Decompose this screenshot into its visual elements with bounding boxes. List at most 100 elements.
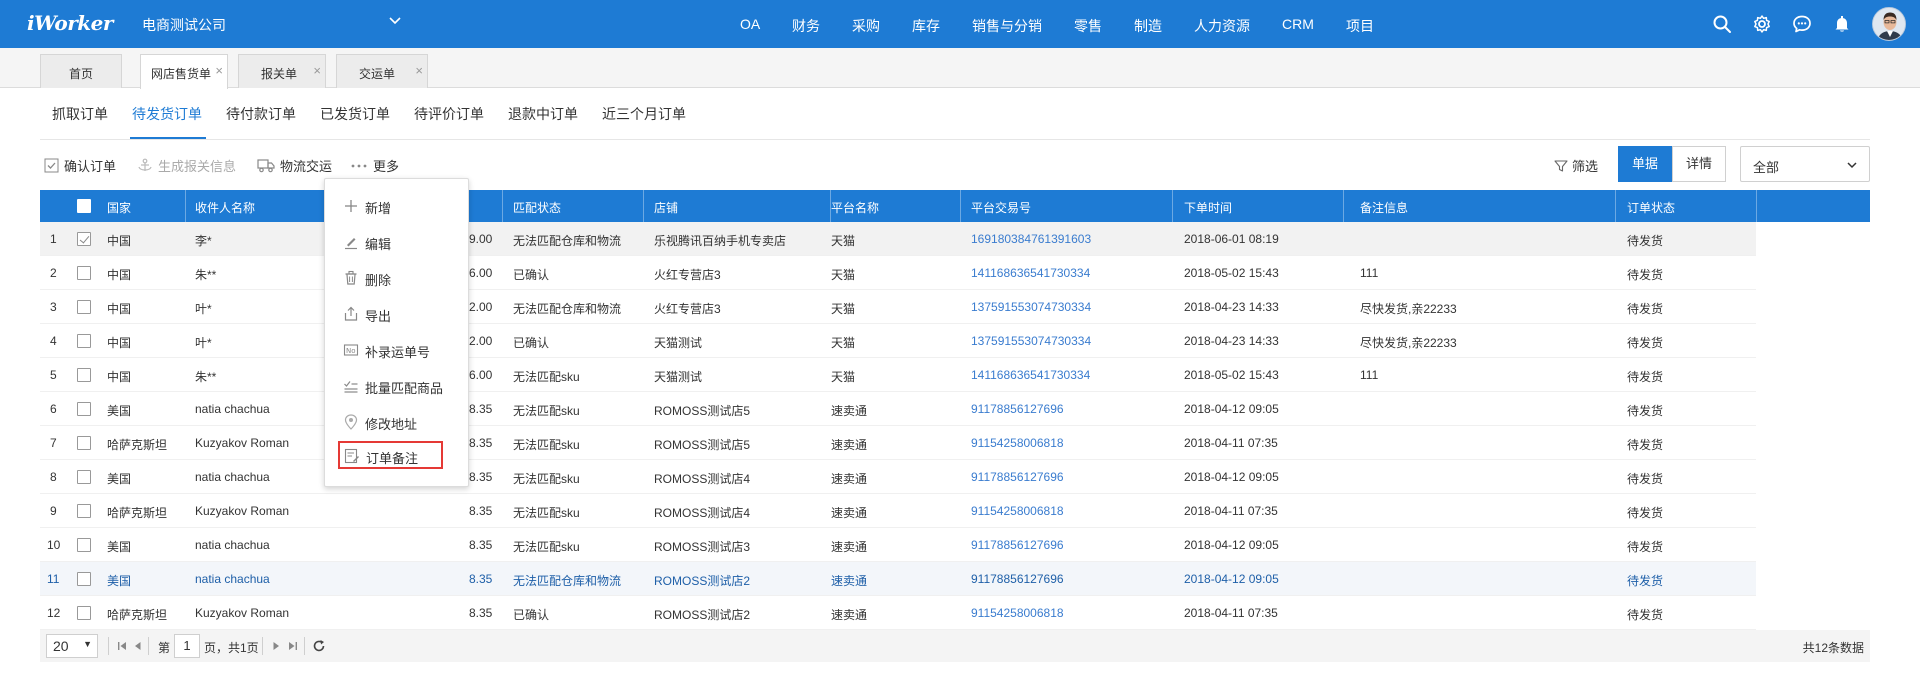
page-size-select[interactable]: 20 ▼ bbox=[46, 634, 98, 658]
table-row[interactable]: 8 美国 natia chachua 8.35 无法匹配sku ROMOSS测试… bbox=[40, 460, 1756, 494]
menu-item-add-tracking-no[interactable]: No 补录运单号 bbox=[325, 335, 468, 363]
column-header-country[interactable]: 国家 bbox=[107, 199, 131, 216]
page-tab-shipment[interactable]: 交运单 × bbox=[336, 54, 428, 88]
menu-item-order-note[interactable]: 订单备注 bbox=[338, 441, 443, 469]
generate-customs-button[interactable]: 生成报关信息 bbox=[137, 156, 236, 175]
nav-item-sales[interactable]: 销售与分销 bbox=[972, 16, 1042, 36]
close-icon[interactable]: × bbox=[313, 64, 321, 78]
row-checkbox[interactable] bbox=[77, 538, 91, 552]
cell-trade-no-link[interactable]: 91154258006818 bbox=[971, 436, 1064, 450]
table-row[interactable]: 3 中国 叶* 2.00 无法匹配仓库和物流 火红专营店3 天猫 1375915… bbox=[40, 290, 1756, 324]
tab-pending-shipment[interactable]: 待发货订单 bbox=[132, 104, 202, 124]
menu-item-edit[interactable]: 编辑 bbox=[325, 227, 468, 255]
next-page-icon[interactable] bbox=[270, 639, 282, 653]
tab-pending-payment[interactable]: 待付款订单 bbox=[226, 104, 296, 124]
search-icon[interactable] bbox=[1712, 14, 1732, 34]
row-checkbox[interactable] bbox=[77, 436, 91, 450]
table-row[interactable]: 11 美国 natia chachua 8.35 无法匹配仓库和物流 ROMOS… bbox=[40, 562, 1756, 596]
page-tab-home[interactable]: 首页 bbox=[40, 54, 122, 88]
table-row[interactable]: 6 美国 natia chachua 8.35 无法匹配sku ROMOSS测试… bbox=[40, 392, 1756, 426]
more-button[interactable]: 更多 bbox=[350, 156, 399, 175]
row-checkbox[interactable] bbox=[77, 232, 91, 246]
row-checkbox[interactable] bbox=[77, 300, 91, 314]
nav-item-hr[interactable]: 人力资源 bbox=[1194, 16, 1250, 36]
nav-item-retail[interactable]: 零售 bbox=[1074, 16, 1102, 36]
refresh-icon[interactable] bbox=[312, 639, 326, 653]
column-header-trade-no[interactable]: 平台交易号 bbox=[971, 199, 1031, 216]
column-header-shop[interactable]: 店铺 bbox=[654, 199, 678, 216]
column-header-receiver[interactable]: 收件人名称 bbox=[195, 199, 255, 216]
row-checkbox[interactable] bbox=[77, 334, 91, 348]
table-row[interactable]: 2 中国 朱** 6.00 已确认 火红专营店3 天猫 141168636541… bbox=[40, 256, 1756, 290]
gear-icon[interactable] bbox=[1752, 14, 1772, 34]
table-row[interactable]: 10 美国 natia chachua 8.35 无法匹配sku ROMOSS测… bbox=[40, 528, 1756, 562]
nav-item-inventory[interactable]: 库存 bbox=[912, 16, 940, 36]
select-all-checkbox[interactable] bbox=[77, 199, 91, 213]
logistics-ship-button[interactable]: 物流交运 bbox=[257, 156, 332, 175]
menu-item-delete[interactable]: 删除 bbox=[325, 263, 468, 291]
filter-button[interactable]: 筛选 bbox=[1554, 156, 1598, 175]
cell-trade-no-link[interactable]: 169180384761391603 bbox=[971, 232, 1091, 246]
table-row[interactable]: 9 哈萨克斯坦 Kuzyakov Roman 8.35 无法匹配sku ROMO… bbox=[40, 494, 1756, 528]
view-detail-toggle[interactable]: 详情 bbox=[1672, 146, 1726, 182]
column-header-platform[interactable]: 平台名称 bbox=[831, 199, 879, 216]
view-list-toggle[interactable]: 单据 bbox=[1618, 146, 1672, 182]
cell-trade-no-link[interactable]: 137591553074730334 bbox=[971, 300, 1091, 314]
last-page-icon[interactable] bbox=[287, 639, 299, 653]
prev-page-icon[interactable] bbox=[132, 639, 144, 653]
cell-trade-no-link[interactable]: 91154258006818 bbox=[971, 504, 1064, 518]
company-chevron-down-icon[interactable] bbox=[388, 14, 402, 28]
row-checkbox[interactable] bbox=[77, 368, 91, 382]
row-checkbox[interactable] bbox=[77, 504, 91, 518]
company-name[interactable]: 电商测试公司 bbox=[142, 15, 226, 35]
cell-trade-no-link[interactable]: 141168636541730334 bbox=[971, 368, 1090, 382]
page-number-input[interactable]: 1 bbox=[174, 634, 200, 658]
bell-icon[interactable] bbox=[1832, 14, 1852, 34]
cell-trade-no-link[interactable]: 91154258006818 bbox=[971, 606, 1064, 620]
tab-fetch-orders[interactable]: 抓取订单 bbox=[52, 104, 108, 124]
table-row[interactable]: 4 中国 叶* 2.00 已确认 天猫测试 天猫 137591553074730… bbox=[40, 324, 1756, 358]
nav-item-oa[interactable]: OA bbox=[740, 16, 760, 32]
cell-trade-no-link[interactable]: 91178856127696 bbox=[971, 402, 1064, 416]
first-page-icon[interactable] bbox=[116, 639, 128, 653]
column-header-note[interactable]: 备注信息 bbox=[1360, 199, 1408, 216]
tab-shipped[interactable]: 已发货订单 bbox=[320, 104, 390, 124]
row-checkbox[interactable] bbox=[77, 266, 91, 280]
table-row[interactable]: 7 哈萨克斯坦 Kuzyakov Roman 8.35 无法匹配sku ROMO… bbox=[40, 426, 1756, 460]
menu-item-edit-address[interactable]: 修改地址 bbox=[325, 407, 468, 435]
column-header-match-status[interactable]: 匹配状态 bbox=[513, 199, 561, 216]
close-icon[interactable]: × bbox=[215, 64, 223, 78]
row-checkbox[interactable] bbox=[77, 606, 91, 620]
nav-item-crm[interactable]: CRM bbox=[1282, 16, 1314, 32]
nav-item-project[interactable]: 项目 bbox=[1346, 16, 1374, 36]
table-row[interactable]: 12 哈萨克斯坦 Kuzyakov Roman 8.35 已确认 ROMOSS测… bbox=[40, 596, 1756, 630]
menu-item-batch-match[interactable]: 批量匹配商品 bbox=[325, 371, 468, 399]
status-select[interactable]: 全部 bbox=[1740, 146, 1870, 182]
close-icon[interactable]: × bbox=[415, 64, 423, 78]
tab-last-three-months[interactable]: 近三个月订单 bbox=[602, 104, 686, 124]
column-header-order-status[interactable]: 订单状态 bbox=[1627, 199, 1675, 216]
nav-item-finance[interactable]: 财务 bbox=[792, 16, 820, 36]
cell-trade-no-link[interactable]: 137591553074730334 bbox=[971, 334, 1091, 348]
row-checkbox[interactable] bbox=[77, 470, 91, 484]
tab-refunding[interactable]: 退款中订单 bbox=[508, 104, 578, 124]
nav-item-purchase[interactable]: 采购 bbox=[852, 16, 880, 36]
row-checkbox[interactable] bbox=[77, 572, 91, 586]
user-avatar[interactable] bbox=[1872, 7, 1906, 41]
menu-item-add[interactable]: 新增 bbox=[325, 191, 468, 219]
chat-icon[interactable] bbox=[1792, 14, 1812, 34]
column-header-order-time[interactable]: 下单时间 bbox=[1184, 199, 1232, 216]
nav-item-manufacturing[interactable]: 制造 bbox=[1134, 16, 1162, 36]
app-logo[interactable]: iWorker bbox=[27, 11, 113, 35]
page-tab-customs[interactable]: 报关单 × bbox=[238, 54, 326, 88]
row-checkbox[interactable] bbox=[77, 402, 91, 416]
cell-trade-no-link[interactable]: 91178856127696 bbox=[971, 538, 1064, 552]
tab-pending-review[interactable]: 待评价订单 bbox=[414, 104, 484, 124]
menu-item-export[interactable]: 导出 bbox=[325, 299, 468, 327]
page-tab-online-sales[interactable]: 网店售货单 × bbox=[140, 54, 228, 89]
confirm-order-button[interactable]: 确认订单 bbox=[44, 156, 116, 175]
cell-trade-no-link[interactable]: 91178856127696 bbox=[971, 470, 1064, 484]
table-row[interactable]: 1 中国 李* 9.00 无法匹配仓库和物流 乐视腾讯百纳手机专卖店 天猫 16… bbox=[40, 222, 1756, 256]
cell-trade-no-link[interactable]: 91178856127696 bbox=[971, 572, 1064, 586]
table-row[interactable]: 5 中国 朱** 6.00 无法匹配sku 天猫测试 天猫 1411686365… bbox=[40, 358, 1756, 392]
